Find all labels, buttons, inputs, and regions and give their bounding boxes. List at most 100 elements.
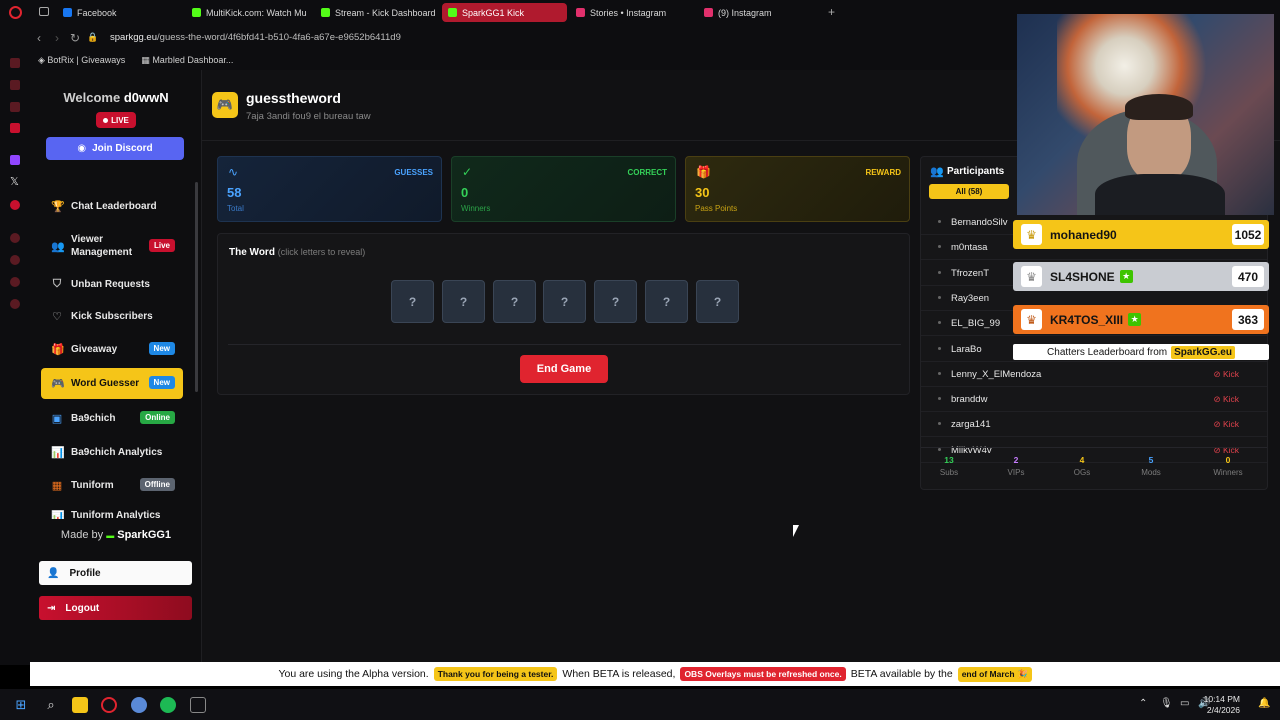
tuniform-icon: ▦ — [51, 479, 63, 492]
join-discord-button[interactable]: ◉ Join Discord — [46, 137, 184, 160]
streamer-hair — [1125, 94, 1193, 120]
leaderboard-row: ♛ mohaned90 1052 — [1013, 220, 1269, 249]
app-icon[interactable] — [10, 200, 20, 210]
messenger-icon[interactable] — [10, 102, 20, 112]
sidebar-item-ba9chich-analytics[interactable]: 📊 Ba9chich Analytics — [41, 444, 183, 460]
aria-icon[interactable] — [10, 80, 20, 90]
stat-vips: 2 VIPs — [1007, 455, 1025, 477]
browser-tab-active[interactable]: SparkGG1 Kick — [442, 3, 567, 22]
kick-icon — [448, 8, 457, 17]
end-game-button[interactable]: End Game — [520, 355, 608, 383]
mouse-cursor-icon — [793, 525, 799, 537]
kick-button[interactable]: ⊘ Kick — [1213, 394, 1239, 405]
gift-icon: 🎁 — [51, 343, 65, 356]
browser-tab[interactable]: Facebook — [57, 3, 182, 22]
sidebar-item-tuniform-analytics[interactable]: 📊 Tuniform Analytics — [41, 510, 183, 519]
online-pill: Online — [140, 411, 175, 424]
instagram-icon — [704, 8, 713, 17]
browser-tab[interactable]: MultiKick.com: Watch Mu — [186, 3, 311, 22]
letter-tile[interactable]: ? — [543, 280, 586, 323]
kick-button[interactable]: ⊘ Kick — [1213, 369, 1239, 380]
spotify-icon[interactable] — [160, 697, 176, 713]
letter-tile[interactable]: ? — [493, 280, 536, 323]
sidebar-item-chat-leaderboard[interactable]: 🏆 Chat Leaderboard — [41, 198, 183, 214]
opera-icon[interactable] — [101, 697, 117, 713]
letter-tile[interactable]: ? — [391, 280, 434, 323]
participant-row[interactable]: Lenny_X_ElMendoza ⊘ Kick — [921, 362, 1267, 387]
opera-logo-icon[interactable] — [9, 6, 22, 19]
star-icon: ★ — [1128, 313, 1142, 326]
logout-button[interactable]: ⇥ Logout — [39, 596, 192, 620]
sidebar-item-kick-subscribers[interactable]: ♡ Kick Subscribers — [41, 308, 183, 324]
forward-icon[interactable]: › — [48, 31, 66, 45]
profile-button[interactable]: 👤 Profile — [39, 561, 192, 585]
file-explorer-icon[interactable] — [72, 697, 88, 713]
search-icon[interactable]: ⌕ — [43, 697, 59, 713]
welcome-text: Welcome d0wwN — [63, 90, 169, 105]
sidebar-item-viewer-management[interactable]: 👥 Viewer Management Live — [41, 232, 183, 260]
notifications-icon[interactable]: 🔔 — [1258, 698, 1270, 709]
letter-tile[interactable]: ? — [645, 280, 688, 323]
back-icon[interactable]: ‹ — [30, 31, 48, 45]
clock-icon[interactable] — [10, 255, 20, 265]
discord-icon: ◉ — [77, 143, 87, 154]
word-title: The Word (click letters to reveal) — [229, 247, 366, 258]
sidebar-item-giveaway[interactable]: 🎁 Giveaway New — [41, 341, 183, 357]
stat-guesses: ∿ GUESSES 58 Total — [217, 156, 442, 222]
letter-tile[interactable]: ? — [442, 280, 485, 323]
player-icon[interactable] — [10, 233, 20, 243]
ba9chich-icon: ▣ — [51, 412, 63, 425]
logout-icon: ⇥ — [47, 602, 56, 614]
app-icon[interactable] — [190, 697, 206, 713]
clock[interactable]: 10:14 PM 2/4/2026 — [1204, 694, 1240, 716]
participant-name: EL_BIG_99 — [951, 318, 1001, 330]
user-icon: 👤 — [47, 567, 60, 579]
tab-list-icon[interactable] — [39, 7, 49, 16]
sidebar-item-unban-requests[interactable]: ⛉ Unban Requests — [41, 276, 183, 292]
participants-title: Participants — [947, 166, 1005, 177]
facebook-icon — [63, 8, 72, 17]
leaderboard-row: ♛ KR4TOS_XIII ★ 363 — [1013, 305, 1269, 334]
webcam-overlay — [1017, 14, 1274, 215]
reload-icon[interactable]: ↻ — [66, 31, 84, 45]
bullet-icon — [938, 270, 941, 274]
filter-all-button[interactable]: All (58) — [929, 184, 1009, 199]
shield-icon: ⛉ — [52, 277, 62, 290]
browser-tab[interactable]: (9) Instagram — [698, 3, 823, 22]
browser-tab[interactable]: Stories • Instagram — [570, 3, 695, 22]
bookmark-marbled[interactable]: ▦ Marbled Dashboar... — [141, 55, 233, 66]
chat-icon[interactable] — [10, 277, 20, 287]
sidebar-item-word-guesser[interactable]: 🎮 Word Guesser New — [41, 368, 183, 399]
microphone-icon[interactable]: 🎙 — [1160, 698, 1173, 709]
new-tab-button[interactable]: + — [828, 5, 835, 19]
made-by: Made by ▬ SparkGG1 — [60, 529, 172, 541]
kick-button[interactable]: ⊘ Kick — [1213, 419, 1239, 430]
bookmark-botrix[interactable]: ◈ BotRix | Giveaways — [38, 55, 125, 66]
stat-reward: 🎁 REWARD 30 Pass Points — [685, 156, 910, 222]
participant-name: BernandoSilv — [951, 217, 1008, 228]
letter-tile[interactable]: ? — [594, 280, 637, 323]
history-icon[interactable] — [10, 58, 20, 68]
browser-tab[interactable]: Stream - Kick Dashboard — [315, 3, 440, 22]
crown-icon: ♛ — [1021, 224, 1042, 245]
participant-row[interactable]: branddw ⊘ Kick — [921, 387, 1267, 413]
bullet-icon — [938, 245, 941, 249]
windows-start-icon[interactable]: ⊞ — [13, 697, 29, 713]
app-icon[interactable] — [131, 697, 147, 713]
chevron-up-icon[interactable]: ⌃ — [1139, 698, 1147, 709]
twitch-icon[interactable] — [10, 155, 20, 165]
participant-row[interactable]: zarga141 ⊘ Kick — [921, 412, 1267, 438]
x-icon[interactable]: 𝕏 — [10, 175, 19, 188]
url-field[interactable]: sparkgg.eu/guess-the-word/4f6bfd41-b510-… — [110, 32, 401, 43]
settings-icon[interactable] — [10, 299, 20, 309]
sidebar-scrollbar[interactable] — [195, 182, 198, 392]
sidebar-item-ba9chich[interactable]: ▣ Ba9chich Online — [41, 410, 183, 426]
leaderboard-row: ♛ SL4SHONE ★ 470 — [1013, 262, 1269, 291]
participant-name: TfrozenT — [951, 267, 990, 279]
activity-icon: ∿ — [228, 165, 239, 179]
sidebar-item-tuniform[interactable]: ▦ Tuniform Offline — [41, 477, 183, 493]
network-icon[interactable]: ▭ — [1180, 698, 1189, 709]
youtube-icon[interactable] — [10, 123, 20, 133]
instagram-icon — [576, 8, 585, 17]
letter-tile[interactable]: ? — [696, 280, 739, 323]
